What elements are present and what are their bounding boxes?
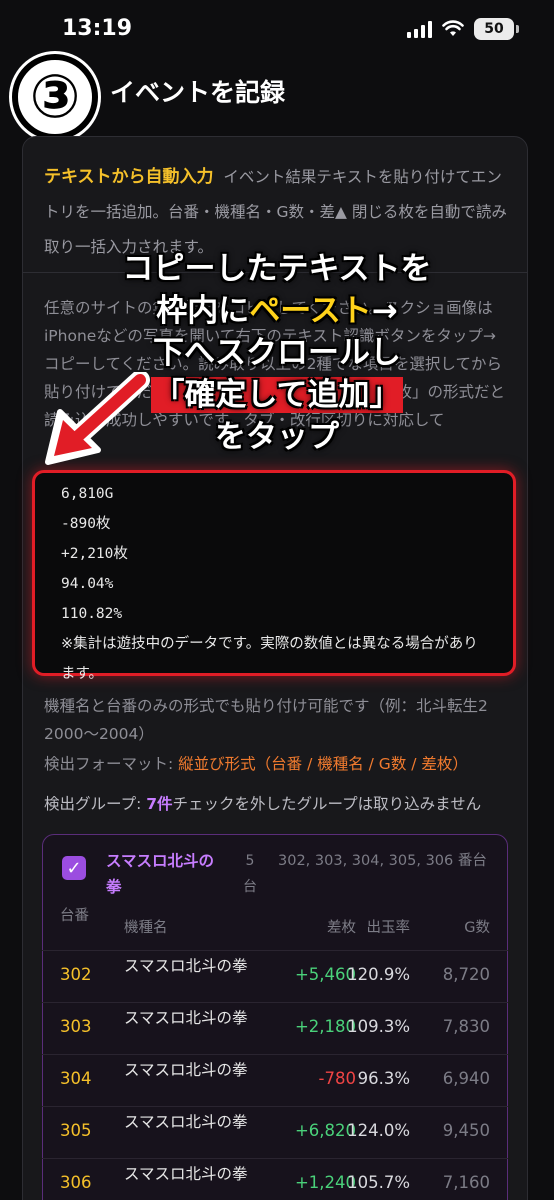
row-rate: 96.3% xyxy=(357,1069,410,1088)
format-value: 縦並び形式（台番 / 機種名 / G数 / 差枚） xyxy=(178,755,468,773)
paste-line: -890枚 xyxy=(61,516,111,532)
row-diff: +5,460 xyxy=(294,965,356,984)
row-unit: 303 xyxy=(60,1017,92,1036)
paste-line: 6,810G xyxy=(61,486,114,502)
row-rate: 105.7% xyxy=(347,1173,410,1192)
paste-line: 94.04% xyxy=(61,576,114,592)
paste-line: 110.82% xyxy=(61,606,123,622)
status-bar: 13:19 50 xyxy=(0,0,554,56)
row-machine: スマスロ北斗の拳 xyxy=(124,1061,248,1079)
row-games: 8,720 xyxy=(442,965,490,984)
row-diff: +2,180 xyxy=(294,1017,356,1036)
group-count: 5 台 xyxy=(238,848,262,900)
caption-highlight: ペースト xyxy=(249,293,372,329)
table-row: 302 スマスロ北斗の拳 +5,460 120.9% 8,720 xyxy=(42,950,508,1002)
detected-groups: 検出グループ: 7件チェックを外したグループは取り込みません xyxy=(44,792,481,814)
header-games: G数 xyxy=(464,920,490,936)
row-games: 6,940 xyxy=(442,1069,490,1088)
row-diff: +1,240 xyxy=(294,1173,356,1192)
caption-line-2: 枠内にペースト→ xyxy=(0,290,554,332)
group-count-unit: 台 xyxy=(243,879,257,895)
header-rate: 出玉率 xyxy=(366,920,411,936)
app-screen: 13:19 50 ③ イベントを記録 テキストから自動入力 イベント結果テキスト… xyxy=(0,0,554,1200)
page-title: イベントを記録 xyxy=(110,78,286,107)
groups-suffix: チェックを外したグループは取り込みません xyxy=(172,795,482,813)
groups-label: 検出グループ: xyxy=(44,795,147,813)
row-unit: 306 xyxy=(60,1173,92,1192)
row-machine: スマスロ北斗の拳 xyxy=(124,1113,248,1131)
row-rate: 124.0% xyxy=(347,1121,410,1140)
row-games: 7,830 xyxy=(442,1017,490,1036)
caption-line-3: 下へスクロールし xyxy=(153,335,401,371)
step-badge: ③ xyxy=(12,54,98,140)
caption-confirm: 「確定して追加」 xyxy=(151,377,403,413)
row-rate: 109.3% xyxy=(347,1017,410,1036)
group-name: スマスロ北斗の拳 xyxy=(106,852,215,896)
row-rate: 120.9% xyxy=(347,965,410,984)
row-unit: 305 xyxy=(60,1121,92,1140)
table-row: 303 スマスロ北斗の拳 +2,180 109.3% 7,830 xyxy=(42,1002,508,1054)
row-games: 9,450 xyxy=(442,1121,490,1140)
wifi-icon xyxy=(442,20,464,36)
paste-note: ※集計は遊技中のデータです。実際の数値とは異なる場合があります。 xyxy=(61,636,478,682)
caption-prefix: 枠内に xyxy=(156,293,250,329)
table-row: 304 スマスロ北斗の拳 -780 96.3% 6,940 xyxy=(42,1054,508,1106)
detected-format: 検出フォーマット: 縦並び形式（台番 / 機種名 / G数 / 差枚） xyxy=(44,752,468,774)
format-hint: 機種名と台番のみの形式でも貼り付け可能です（例：北斗転生2 2000〜2004） xyxy=(44,697,488,743)
header-diff: 差枚 xyxy=(327,920,356,936)
row-machine: スマスロ北斗の拳 xyxy=(124,1165,248,1183)
signal-icon xyxy=(407,20,432,38)
row-unit: 302 xyxy=(60,965,92,984)
group-unit-list: 302, 303, 304, 305, 306 番台 xyxy=(278,853,487,869)
header-machine: 機種名 xyxy=(124,920,168,936)
format-label: 検出フォーマット: xyxy=(44,755,179,773)
groups-count: 7件 xyxy=(146,795,173,813)
caption-arrow: → xyxy=(371,293,398,329)
auto-input-heading: テキストから自動入力 xyxy=(44,167,214,187)
row-machine: スマスロ北斗の拳 xyxy=(124,957,248,975)
paste-textarea[interactable]: 6,810G -890枚 +2,210枚 94.04% 110.82% ※集計は… xyxy=(32,470,516,682)
header-unit: 台番 xyxy=(60,908,89,924)
status-time: 13:19 xyxy=(62,16,133,41)
group-count-number: 5 xyxy=(245,853,255,869)
status-icons: 50 xyxy=(407,18,519,40)
row-games: 7,160 xyxy=(442,1173,490,1192)
group-checkbox[interactable]: ✓ xyxy=(62,856,86,880)
row-machine: スマスロ北斗の拳 xyxy=(124,1009,248,1027)
pointer-arrow-icon xyxy=(45,372,150,465)
table-row: 306 スマスロ北斗の拳 +1,240 105.7% 7,160 xyxy=(42,1158,508,1200)
table-row: 305 スマスロ北斗の拳 +6,820 124.0% 9,450 xyxy=(42,1106,508,1158)
row-diff: +6,820 xyxy=(294,1121,356,1140)
caption-line-1: コピーしたテキストを xyxy=(122,251,432,287)
row-unit: 304 xyxy=(60,1069,92,1088)
battery-icon: 50 xyxy=(474,18,519,40)
paste-line: +2,210枚 xyxy=(61,546,128,562)
row-diff: -780 xyxy=(318,1069,356,1088)
